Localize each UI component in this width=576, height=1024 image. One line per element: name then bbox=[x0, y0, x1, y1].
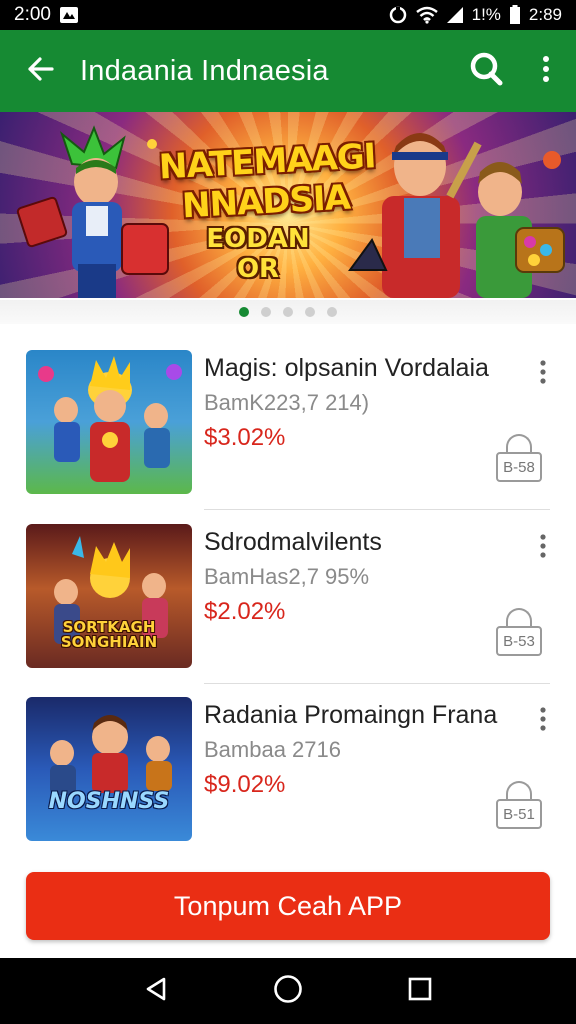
divider bbox=[204, 683, 550, 684]
more-vert-icon bbox=[542, 55, 550, 88]
sync-icon bbox=[388, 5, 408, 25]
search-icon bbox=[468, 51, 504, 92]
lock-label: B-53 bbox=[496, 626, 542, 656]
lock-badge: B-51 bbox=[496, 781, 544, 833]
lock-badge: B-53 bbox=[496, 608, 544, 660]
game-thumbnail: NOSHNSS bbox=[26, 697, 192, 841]
divider bbox=[204, 509, 550, 510]
nav-back-button[interactable] bbox=[132, 967, 180, 1015]
overflow-menu-button[interactable] bbox=[516, 30, 576, 112]
item-title: Magis: olpsanin Vordalaia bbox=[204, 354, 489, 382]
carousel-dot[interactable] bbox=[305, 307, 315, 317]
square-recents-icon bbox=[407, 976, 433, 1007]
thumbnail-caption: NOSHNSS bbox=[48, 789, 170, 814]
item-more-button[interactable] bbox=[530, 703, 556, 739]
item-subtitle: Bambaa 2716 bbox=[204, 737, 341, 762]
list-item[interactable]: NOSHNSS Radania Promaingn Frana Bambaa 2… bbox=[0, 685, 576, 857]
search-button[interactable] bbox=[456, 30, 516, 112]
game-thumbnail bbox=[26, 350, 192, 494]
carousel-dot[interactable] bbox=[261, 307, 271, 317]
lock-label: B-51 bbox=[496, 799, 542, 829]
nav-recents-button[interactable] bbox=[396, 967, 444, 1015]
list-item[interactable]: SORTKAGH SONGHIAIN Sdrodmalvilents BamHa… bbox=[0, 512, 576, 684]
system-nav-bar bbox=[0, 958, 576, 1024]
cta-button[interactable]: Tonpum Ceah APP bbox=[26, 872, 550, 940]
more-vert-icon bbox=[540, 706, 546, 736]
battery-icon bbox=[509, 5, 521, 25]
back-button[interactable] bbox=[0, 30, 80, 112]
circle-home-icon bbox=[273, 974, 303, 1009]
list-item[interactable]: Magis: olpsanin Vordalaia BamK223,7 214)… bbox=[0, 338, 576, 510]
carousel-dot[interactable] bbox=[327, 307, 337, 317]
hero-left-illustration bbox=[16, 125, 169, 298]
status-bar: 2:00 1!% 2:89 bbox=[0, 0, 576, 30]
item-price: $3.02% bbox=[204, 424, 286, 451]
lock-label: B-58 bbox=[496, 452, 542, 482]
arrow-left-icon bbox=[26, 55, 54, 88]
item-subtitle: BamK223,7 214) bbox=[204, 390, 370, 415]
triangle-back-icon bbox=[142, 975, 170, 1008]
thumbnail-caption: SORTKAGH SONGHIAIN bbox=[60, 618, 158, 651]
item-subtitle: BamHas2,7 95% bbox=[204, 564, 370, 589]
more-vert-icon bbox=[540, 533, 546, 563]
signal-icon bbox=[446, 6, 464, 24]
item-price: $9.02% bbox=[204, 771, 286, 798]
carousel-dot-active[interactable] bbox=[239, 307, 249, 317]
item-title: Sdrodmalvilents bbox=[204, 528, 382, 556]
nav-home-button[interactable] bbox=[264, 967, 312, 1015]
battery-percent: 1!% bbox=[471, 5, 501, 24]
status-clock: 2:89 bbox=[528, 5, 562, 24]
more-vert-icon bbox=[540, 359, 546, 389]
carousel-indicator bbox=[0, 300, 576, 324]
app-bar: Indaania Indnaesia bbox=[0, 30, 576, 112]
carousel-dot[interactable] bbox=[283, 307, 293, 317]
page-title: Indaania Indnaesia bbox=[80, 54, 329, 87]
item-more-button[interactable] bbox=[530, 356, 556, 392]
status-time: 2:00 bbox=[14, 4, 51, 25]
promo-banner[interactable]: NATEMAAGI NNADSIA EODAN OR bbox=[0, 112, 576, 298]
notification-icon bbox=[59, 6, 79, 24]
banner-subtitle: EODAN OR bbox=[206, 224, 310, 284]
item-more-button[interactable] bbox=[530, 530, 556, 566]
wifi-icon bbox=[415, 6, 438, 24]
banner-title: NATEMAAGI NNADSIA bbox=[158, 136, 377, 227]
item-price: $2.02% bbox=[204, 598, 286, 625]
lock-badge: B-58 bbox=[496, 434, 544, 486]
game-thumbnail: SORTKAGH SONGHIAIN bbox=[26, 524, 192, 668]
item-title: Radania Promaingn Frana bbox=[204, 701, 498, 729]
